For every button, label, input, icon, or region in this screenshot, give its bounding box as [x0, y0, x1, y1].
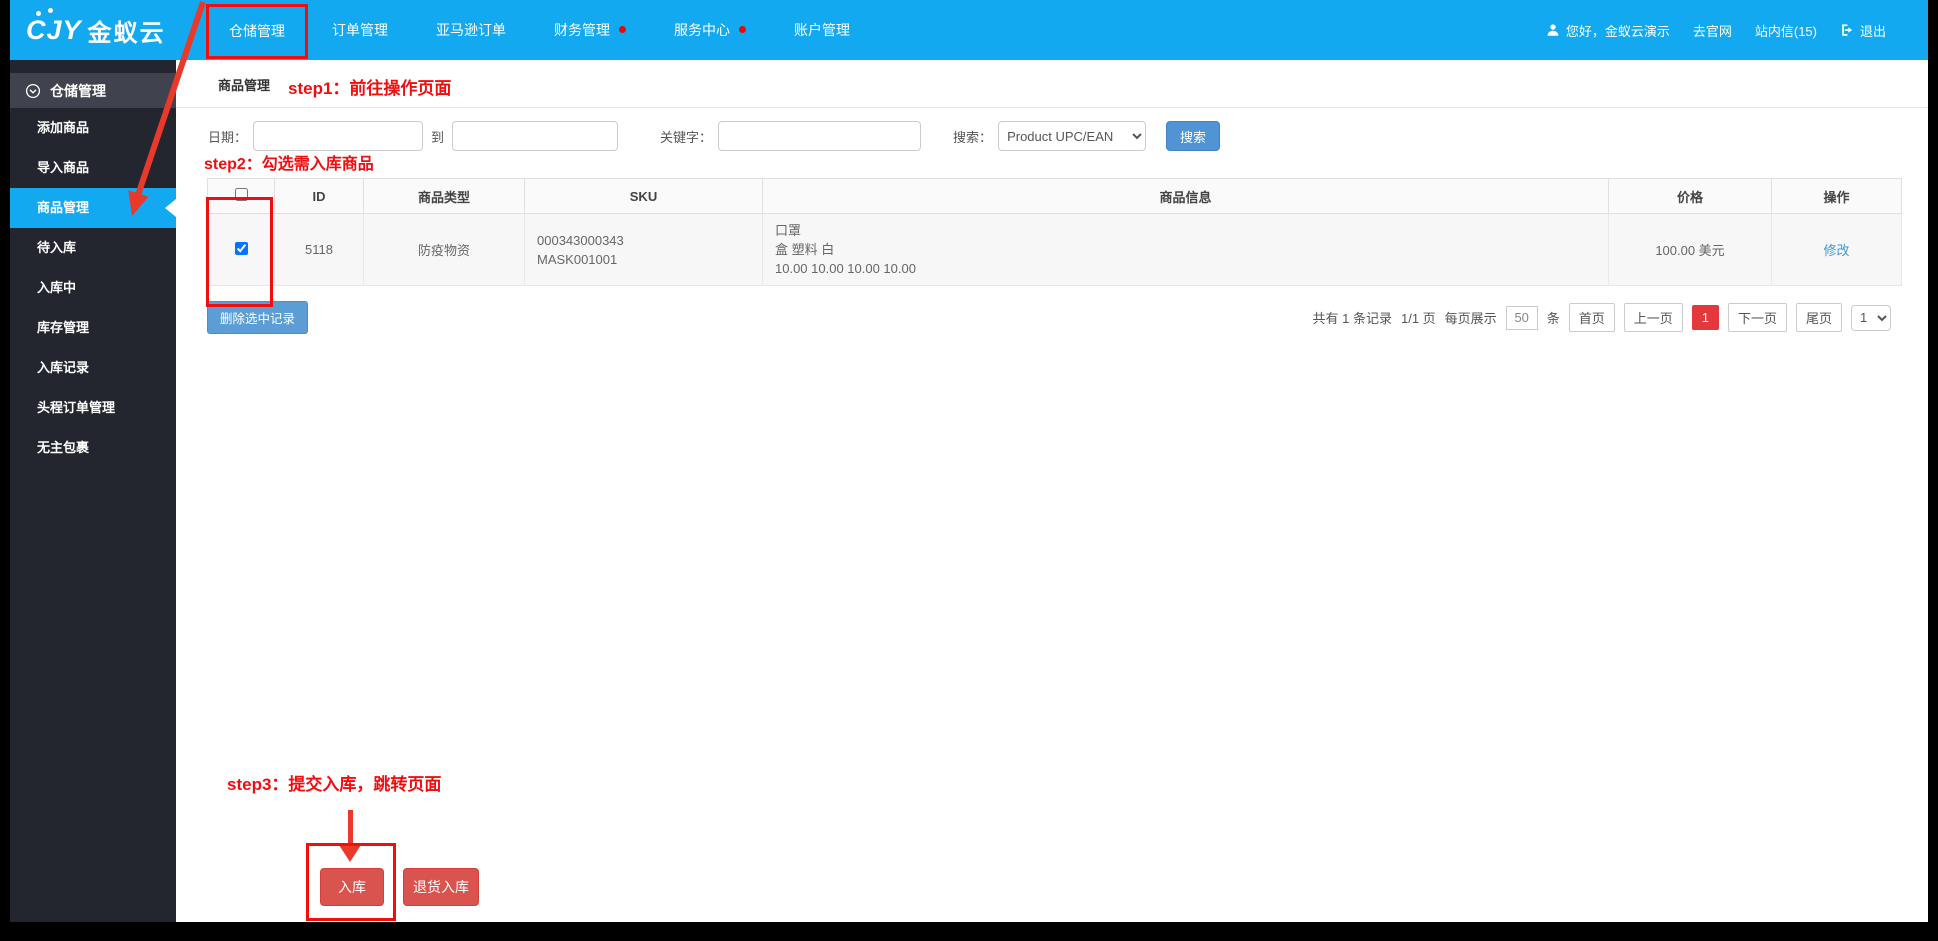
app-window: CJY 金蚁云 仓储管理 订单管理 亚马逊订单 财务管理 服务中心 账户管理 您…: [10, 0, 1928, 922]
chevron-circle-icon: [25, 83, 41, 98]
search-type-label: 搜索：: [953, 129, 993, 145]
filter-bar: 日期： 到 关键字： 搜索： Product UPC/EAN 搜索: [176, 120, 1928, 152]
sidebar-item-inbound-records[interactable]: 入库记录: [10, 348, 176, 388]
sidebar-item-first-leg-orders[interactable]: 头程订单管理: [10, 388, 176, 428]
table-header-row: ID 商品类型 SKU 商品信息 价格 操作: [207, 178, 1902, 214]
product-table: ID 商品类型 SKU 商品信息 价格 操作 5118 防疫物资 0003430…: [207, 178, 1902, 286]
keyword-label: 关键字：: [660, 129, 713, 145]
sidebar-section-warehouse[interactable]: 仓储管理: [10, 73, 176, 108]
user-icon: [1547, 24, 1559, 36]
per-page-label: 每页展示: [1444, 311, 1497, 326]
select-all-checkbox[interactable]: [234, 188, 248, 201]
last-page-button[interactable]: 尾页: [1795, 303, 1842, 332]
nav-amazon-orders[interactable]: 亚马逊订单: [412, 0, 530, 60]
logout-icon: [1842, 24, 1853, 36]
breadcrumb-row: 商品管理 step1：前往操作页面: [176, 60, 1928, 108]
col-header-action: 操作: [1771, 178, 1902, 214]
select-all-header: [207, 178, 275, 214]
nav-account-management[interactable]: 账户管理: [770, 0, 874, 60]
nav-warehouse-management[interactable]: 仓储管理: [206, 3, 308, 59]
col-header-type: 商品类型: [363, 178, 525, 214]
step3-annotation: step3：提交入库，跳转页面: [227, 775, 442, 794]
first-page-button[interactable]: 首页: [1568, 303, 1615, 332]
notification-dot: [619, 26, 626, 33]
row-id-cell: 5118: [274, 213, 364, 286]
date-to-label: 到: [431, 129, 445, 145]
active-item-arrow: [165, 199, 176, 217]
pagination-page-info: 1/1 页: [1400, 311, 1436, 326]
user-greeting[interactable]: 您好，金蚁云演示: [1546, 21, 1670, 40]
page-select[interactable]: 1: [1851, 304, 1891, 331]
top-header: CJY 金蚁云 仓储管理 订单管理 亚马逊订单 财务管理 服务中心 账户管理 您…: [10, 0, 1928, 60]
nav-service-center[interactable]: 服务中心: [650, 0, 770, 60]
sidebar-item-inventory-management[interactable]: 库存管理: [10, 308, 176, 348]
main-content: 商品管理 step1：前往操作页面 日期： 到 关键字： 搜索： Product…: [176, 60, 1928, 922]
col-header-id: ID: [274, 178, 364, 214]
bottom-actions: 入库 退货入库: [320, 868, 479, 906]
next-page-button[interactable]: 下一页: [1727, 303, 1787, 332]
date-label: 日期：: [208, 129, 248, 145]
official-site-link[interactable]: 去官网: [1693, 21, 1732, 40]
per-page-unit: 条: [1546, 311, 1560, 326]
row-sku-cell: 000343000343 MASK001001: [524, 213, 763, 286]
pagination-total: 共有 1 条记录: [1312, 311, 1392, 326]
row-info-cell: 口罩 盒 塑料 白 10.00 10.00 10.00 10.00: [762, 213, 1609, 286]
row-type-cell: 防疫物资: [363, 213, 525, 286]
keyword-input[interactable]: [718, 121, 922, 151]
per-page-input[interactable]: [1505, 305, 1538, 330]
step1-annotation: step1：前往操作页面: [288, 79, 452, 98]
delete-selected-button[interactable]: 删除选中记录: [207, 301, 309, 334]
col-header-info: 商品信息: [762, 178, 1609, 214]
down-arrow-head-icon: [339, 845, 361, 862]
col-header-sku: SKU: [524, 178, 763, 214]
row-action-cell: 修改: [1771, 213, 1902, 286]
sidebar: 仓储管理 添加商品 导入商品 商品管理 待入库 入库中 库存管理 入库记录 头程…: [10, 60, 176, 922]
logo[interactable]: CJY 金蚁云: [10, 7, 196, 48]
sidebar-item-inbound-in-progress[interactable]: 入库中: [10, 268, 176, 308]
col-header-price: 价格: [1608, 178, 1772, 214]
nav-finance-management[interactable]: 财务管理: [530, 0, 650, 60]
search-button[interactable]: 搜索: [1166, 121, 1221, 151]
top-right-menu: 您好，金蚁云演示 去官网 站内信(15) 退出: [1546, 21, 1928, 40]
sidebar-item-product-management[interactable]: 商品管理: [10, 188, 176, 228]
date-to-input[interactable]: [452, 121, 619, 151]
search-type-select[interactable]: Product UPC/EAN: [998, 121, 1147, 151]
current-page-button[interactable]: 1: [1691, 305, 1719, 330]
date-from-input[interactable]: [253, 121, 424, 151]
row-checkbox[interactable]: [234, 241, 248, 255]
breadcrumb: 商品管理: [218, 78, 271, 93]
row-select-cell: [207, 213, 275, 286]
row-price-cell: 100.00 美元: [1608, 213, 1772, 286]
edit-link[interactable]: 修改: [1823, 243, 1849, 258]
main-nav: 仓储管理 订单管理 亚马逊订单 财务管理 服务中心 账户管理: [206, 0, 874, 60]
return-inbound-button[interactable]: 退货入库: [403, 868, 479, 906]
sidebar-item-import-product[interactable]: 导入商品: [10, 148, 176, 188]
ant-logo-icon: CJY: [26, 7, 82, 46]
nav-order-management[interactable]: 订单管理: [308, 0, 412, 60]
sidebar-item-unclaimed-packages[interactable]: 无主包裹: [10, 428, 176, 468]
notification-dot: [739, 26, 746, 33]
prev-page-button[interactable]: 上一页: [1623, 303, 1683, 332]
down-arrow-icon: [348, 810, 353, 846]
logout-link[interactable]: 退出: [1840, 21, 1886, 40]
step2-annotation: step2：勾选需入库商品: [204, 156, 374, 173]
table-row: 5118 防疫物资 000343000343 MASK001001 口罩 盒 塑…: [207, 213, 1902, 286]
table-footer: 删除选中记录 共有 1 条记录 1/1 页 每页展示 条 首页 上一页 1 下一…: [207, 301, 1901, 334]
site-mail-link[interactable]: 站内信(15): [1755, 21, 1817, 40]
inbound-button[interactable]: 入库: [320, 868, 384, 906]
logo-text: 金蚁云: [87, 19, 166, 47]
sidebar-item-add-product[interactable]: 添加商品: [10, 108, 176, 148]
pagination: 共有 1 条记录 1/1 页 每页展示 条 首页 上一页 1 下一页 尾页 1: [1313, 303, 1901, 332]
sidebar-item-pending-inbound[interactable]: 待入库: [10, 228, 176, 268]
